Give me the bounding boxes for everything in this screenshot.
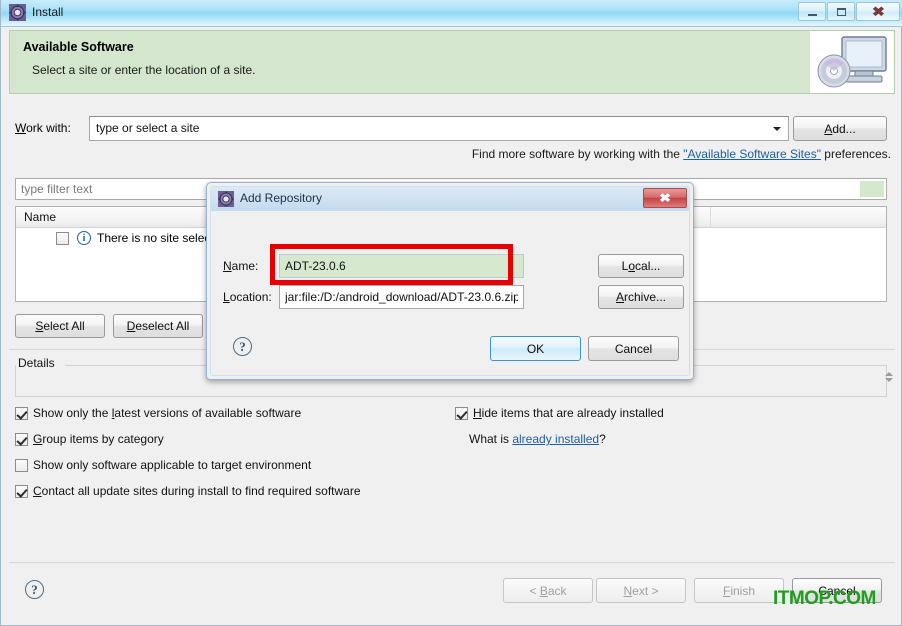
chevron-down-icon [773, 127, 781, 131]
close-icon: ✖ [871, 4, 885, 19]
back-button[interactable]: < Back [503, 578, 593, 603]
checkbox[interactable] [455, 407, 468, 421]
add-button[interactable]: Add... [793, 116, 887, 141]
filter-placeholder: type filter text [21, 182, 93, 196]
close-icon: ✖ [658, 191, 672, 205]
next-button[interactable]: Next > [596, 578, 686, 603]
maximize-icon [836, 7, 846, 16]
work-with-label: Work with: [15, 121, 71, 135]
option-label: Show only software applicable to target … [33, 458, 312, 472]
dialog-title: Add Repository [240, 191, 323, 205]
option-label: Show only the latest versions of availab… [33, 406, 302, 420]
close-button[interactable]: ✖ [856, 2, 900, 21]
cancel-button-label: Cancel [818, 583, 856, 598]
option-group-by-category[interactable]: Group items by category [15, 432, 164, 447]
hint-suffix: preferences. [820, 147, 891, 161]
checkbox[interactable] [15, 433, 28, 447]
location-input[interactable] [279, 285, 524, 309]
ok-button-label: OK [526, 341, 545, 356]
already-installed-link[interactable]: already installed [512, 432, 599, 446]
option-contact-update-sites[interactable]: Contact all update sites during install … [15, 484, 361, 499]
option-hide-installed[interactable]: Hide items that are already installed [455, 406, 664, 421]
back-button-label: < Back [529, 583, 567, 598]
window-titlebar: Install ✖ [1, 0, 902, 27]
what-is-already-installed: What is already installed? [469, 432, 606, 446]
dialog-inner-frame: Add Repository ✖ Name: Local... Location… [210, 186, 690, 376]
ok-button[interactable]: OK [490, 336, 581, 361]
dialog-help-icon[interactable]: ? [233, 337, 252, 356]
dialog-close-button[interactable]: ✖ [643, 188, 687, 208]
help-icon[interactable]: ? [25, 580, 44, 599]
install-gear-icon [9, 4, 26, 21]
minimize-icon [807, 13, 817, 16]
scroll-down-icon [884, 378, 893, 382]
option-label: Contact all update sites during install … [33, 484, 361, 498]
details-scroll-spinner[interactable] [882, 370, 895, 392]
info-icon: i [77, 231, 91, 245]
add-repository-dialog: Add Repository ✖ Name: Local... Location… [206, 182, 694, 380]
select-all-button[interactable]: Select All [15, 314, 105, 338]
available-software-sites-link[interactable]: "Available Software Sites" [683, 147, 821, 161]
deselect-all-button[interactable]: Deselect All [113, 314, 203, 338]
next-button-label: Next > [623, 583, 659, 598]
screen: Install ✖ Available Software Select a si… [0, 0, 902, 626]
table-column-name[interactable]: Name [24, 210, 56, 224]
dialog-cancel-button[interactable]: Cancel [588, 336, 679, 361]
what-is-prefix: What is [469, 432, 513, 446]
scroll-up-icon [884, 372, 893, 376]
cd-and-monitor-icon [810, 31, 894, 93]
option-show-latest-versions[interactable]: Show only the latest versions of availab… [15, 406, 302, 421]
window-controls: ✖ [798, 2, 900, 21]
work-with-combo[interactable]: type or select a site [89, 116, 789, 141]
local-button-label: Local... [621, 259, 661, 273]
window-title: Install [32, 5, 64, 19]
select-all-label: Select All [35, 319, 85, 333]
dialog-body: Name: Local... Location: Archive... ? OK… [211, 211, 689, 375]
checkbox[interactable] [15, 407, 28, 421]
filter-status-badge [860, 181, 884, 197]
location-label: Location: [223, 290, 272, 304]
page-banner: Available Software Select a site or ente… [9, 30, 895, 94]
column-divider[interactable] [710, 207, 711, 227]
what-is-suffix: ? [599, 432, 606, 446]
option-label: Group items by category [33, 432, 164, 446]
dialog-cancel-label: Cancel [614, 341, 653, 356]
work-with-value: type or select a site [96, 121, 200, 135]
maximize-button[interactable] [827, 2, 855, 21]
cancel-button[interactable]: Cancel [792, 578, 882, 603]
hint-prefix: Find more software by working with the [471, 147, 684, 161]
checkbox[interactable] [15, 485, 28, 499]
divider [9, 562, 895, 563]
deselect-all-label: Deselect All [126, 319, 190, 333]
row-checkbox[interactable] [56, 232, 69, 245]
archive-button-label: Archive... [615, 290, 667, 304]
name-label: Name: [223, 259, 259, 273]
finish-button[interactable]: Finish [694, 578, 784, 603]
dialog-titlebar: Add Repository ✖ [211, 187, 689, 211]
option-label: Hide items that are already installed [473, 406, 664, 420]
repository-gear-icon [218, 191, 234, 207]
minimize-button[interactable] [798, 2, 826, 21]
name-input[interactable] [279, 254, 524, 278]
page-subtitle: Select a site or enter the location of a… [32, 63, 256, 77]
archive-button[interactable]: Archive... [598, 285, 684, 309]
finish-button-label: Finish [722, 583, 756, 598]
option-applicable-to-target[interactable]: Show only software applicable to target … [15, 458, 312, 473]
local-button[interactable]: Local... [598, 254, 684, 278]
checkbox[interactable] [15, 459, 28, 473]
more-software-hint: Find more software by working with the "… [472, 147, 891, 161]
add-button-label: Add... [824, 121, 856, 136]
page-title: Available Software [23, 40, 134, 54]
